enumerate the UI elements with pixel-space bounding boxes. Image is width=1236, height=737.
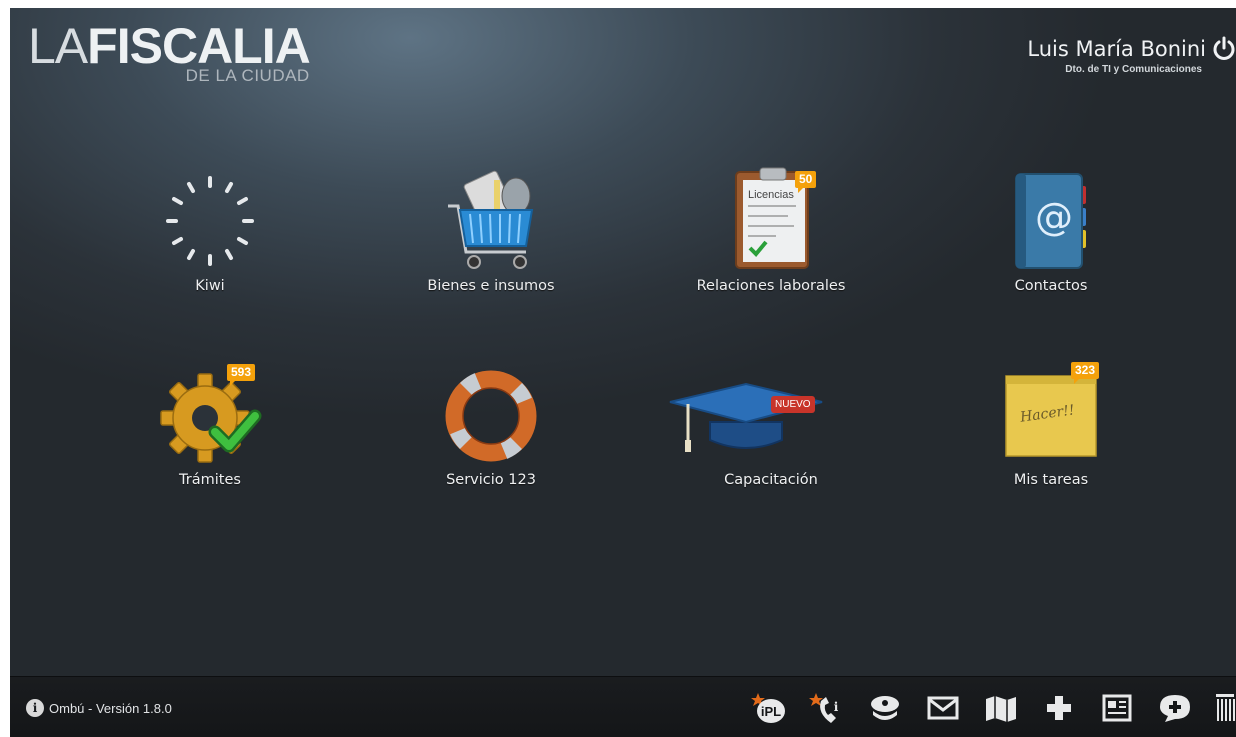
building-icon[interactable] xyxy=(1214,690,1236,726)
svg-text:iPL: iPL xyxy=(761,704,781,719)
desktop: LAFISCALIA DE LA CIUDAD Luis María Bonin… xyxy=(10,8,1236,737)
app-label: Contactos xyxy=(1014,278,1088,294)
app-contactos[interactable]: @ Contactos xyxy=(951,166,1151,294)
graduation-cap-icon: NUEVO xyxy=(666,360,826,470)
map-icon[interactable] xyxy=(982,690,1020,726)
svg-text:i: i xyxy=(834,700,839,714)
svg-text:@: @ xyxy=(1035,195,1073,239)
version-info[interactable]: i Ombú - Versión 1.8.0 xyxy=(26,699,172,717)
logo: LAFISCALIA DE LA CIUDAD xyxy=(28,18,311,86)
app-capacitacion[interactable]: NUEVO Capacitación xyxy=(669,360,871,488)
user-department: Dto. de TI y Comunicaciones xyxy=(1065,64,1202,75)
notification-badge: 50 xyxy=(795,171,817,193)
police-cap-icon[interactable] xyxy=(866,690,904,726)
plus-icon[interactable] xyxy=(1040,690,1078,726)
clipboard-title: Licencias xyxy=(748,189,794,201)
sticky-note-icon: Hacer!! 323 xyxy=(996,360,1106,470)
notification-badge: 323 xyxy=(1071,362,1100,384)
toolbar: iPL i xyxy=(730,690,1236,726)
app-label: Trámites xyxy=(179,472,241,488)
version-text: Ombú - Versión 1.8.0 xyxy=(49,700,172,716)
address-book-icon: @ xyxy=(996,166,1106,276)
app-label: Bienes e insumos xyxy=(427,278,555,294)
info-icon[interactable]: i xyxy=(26,699,44,717)
app-label: Mis tareas xyxy=(1013,472,1089,488)
new-badge: NUEVO xyxy=(771,396,815,413)
chat-add-icon[interactable] xyxy=(1156,690,1194,726)
ipl-icon[interactable]: iPL xyxy=(750,690,788,726)
app-label: Capacitación xyxy=(724,472,818,488)
clipboard-icon: Licencias 50 xyxy=(716,166,826,276)
gear-check-icon: 593 xyxy=(155,360,265,470)
newspaper-icon[interactable] xyxy=(1098,690,1136,726)
app-kiwi[interactable]: Kiwi xyxy=(110,166,310,294)
user-name[interactable]: Luis María Bonini xyxy=(1027,37,1206,61)
notification-badge: 593 xyxy=(227,364,256,386)
logo-la: LA xyxy=(28,18,88,74)
app-servicio-123[interactable]: Servicio 123 xyxy=(391,360,591,488)
shopping-cart-icon xyxy=(436,166,546,276)
app-mis-tareas[interactable]: Hacer!! 323 Mis tareas xyxy=(951,360,1151,488)
footer-bar: i Ombú - Versión 1.8.0 iPL i xyxy=(10,676,1236,737)
lifebuoy-icon xyxy=(436,360,546,470)
power-icon[interactable] xyxy=(1212,36,1236,62)
app-tramites[interactable]: 593 Trámites xyxy=(110,360,310,488)
phone-info-icon[interactable]: i xyxy=(808,690,846,726)
app-label: Relaciones laborales xyxy=(696,278,846,294)
app-bienes-insumos[interactable]: Bienes e insumos xyxy=(391,166,591,294)
loading-spinner-icon xyxy=(155,166,265,276)
app-relaciones-laborales[interactable]: Licencias 50 Relaciones laborales xyxy=(671,166,871,294)
app-label: Servicio 123 xyxy=(446,472,536,488)
user-panel: Luis María Bonini Dto. de TI y Comunicac… xyxy=(1027,36,1236,75)
mail-icon[interactable] xyxy=(924,690,962,726)
app-label: Kiwi xyxy=(195,278,225,294)
